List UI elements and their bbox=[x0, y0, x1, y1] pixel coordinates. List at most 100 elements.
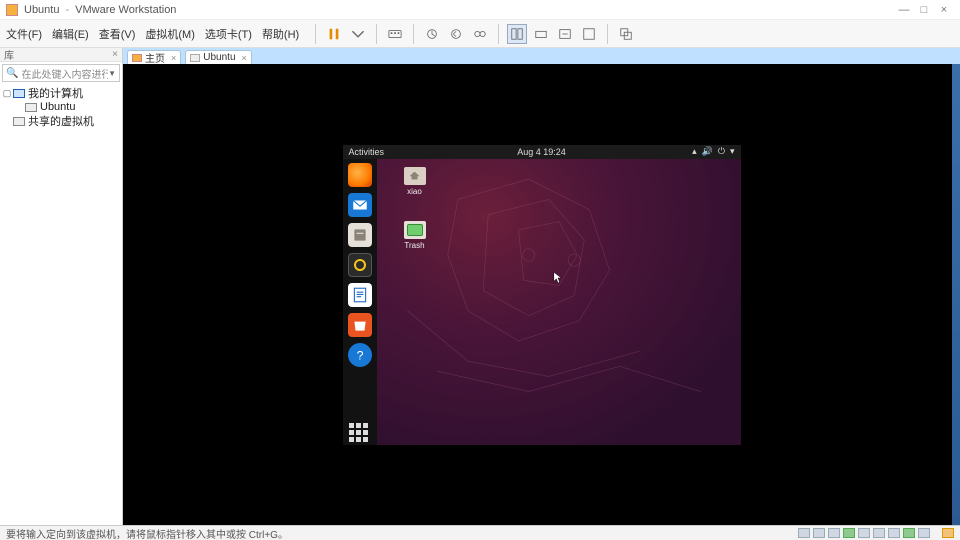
search-placeholder: 在此处键入内容进行搜… bbox=[21, 66, 108, 81]
vm-tab-icon bbox=[190, 54, 200, 62]
tray-display-icon[interactable] bbox=[903, 528, 915, 538]
tree-node-ubuntu-vm[interactable]: Ubuntu bbox=[0, 100, 122, 114]
send-ctrl-alt-del-button[interactable] bbox=[385, 24, 405, 44]
window-minimize-button[interactable]: — bbox=[894, 4, 914, 16]
menubar: 文件(F) 编辑(E) 查看(V) 虚拟机(M) 选项卡(T) 帮助(H) bbox=[0, 20, 960, 48]
wallpaper-art bbox=[377, 159, 741, 452]
window-titlebar: Ubuntu - VMware Workstation — □ × bbox=[0, 0, 960, 20]
toolbar-separator bbox=[376, 24, 377, 44]
tray-messages-icon[interactable] bbox=[942, 528, 954, 538]
window-maximize-button[interactable]: □ bbox=[914, 4, 934, 16]
tree-label: 共享的虚拟机 bbox=[28, 113, 94, 129]
library-sidebar: 库 × 🔍 在此处键入内容进行搜… ▼ ▢ 我的计算机 Ubuntu 共享的虚拟… bbox=[0, 48, 123, 525]
menu-vm[interactable]: 虚拟机(M) bbox=[145, 26, 195, 42]
tab-home[interactable]: 主页 × bbox=[127, 50, 181, 64]
dock-help-icon[interactable]: ? bbox=[348, 343, 372, 367]
tray-printer-icon[interactable] bbox=[888, 528, 900, 538]
tree-node-shared-vms[interactable]: 共享的虚拟机 bbox=[0, 114, 122, 128]
tray-sound-icon[interactable] bbox=[873, 528, 885, 538]
tab-ubuntu[interactable]: Ubuntu × bbox=[185, 50, 252, 64]
volume-icon: 🔊 bbox=[702, 146, 713, 157]
toolbar-separator bbox=[413, 24, 414, 44]
home-folder-icon bbox=[404, 167, 426, 185]
menu-tabs[interactable]: 选项卡(T) bbox=[205, 26, 252, 42]
menu-help[interactable]: 帮助(H) bbox=[262, 26, 299, 42]
dock-firefox-icon[interactable] bbox=[348, 163, 372, 187]
vm-viewport[interactable]: Activities Aug 4 19:24 ▴ 🔊 ⏻ ▾ bbox=[123, 64, 960, 525]
ubuntu-system-menu[interactable]: ▴ 🔊 ⏻ ▾ bbox=[692, 146, 734, 157]
fullscreen-button[interactable] bbox=[579, 24, 599, 44]
status-bar: 要将输入定向到该虚拟机，请将鼠标指针移入其中或按 Ctrl+G。 bbox=[0, 525, 960, 540]
thumbnail-view-button[interactable] bbox=[531, 24, 551, 44]
guest-cursor-icon bbox=[553, 271, 563, 285]
tab-label: Ubuntu bbox=[203, 52, 235, 63]
title-separator: - bbox=[65, 4, 69, 16]
tab-label: 主页 bbox=[145, 50, 165, 65]
revert-snapshot-button[interactable] bbox=[446, 24, 466, 44]
tab-close-icon[interactable]: × bbox=[171, 53, 176, 63]
desktop-icon-label: Trash bbox=[391, 241, 439, 250]
dock-show-applications-icon[interactable] bbox=[349, 423, 371, 445]
search-dropdown-icon[interactable]: ▼ bbox=[108, 69, 116, 78]
snapshot-manager-button[interactable] bbox=[470, 24, 490, 44]
vm-icon bbox=[24, 101, 38, 113]
menu-file[interactable]: 文件(F) bbox=[6, 26, 42, 42]
toolbar-separator bbox=[498, 24, 499, 44]
pause-vm-button[interactable] bbox=[324, 24, 344, 44]
home-icon bbox=[132, 54, 142, 62]
tray-cd-icon[interactable] bbox=[813, 528, 825, 538]
ubuntu-top-bar: Activities Aug 4 19:24 ▴ 🔊 ⏻ ▾ bbox=[343, 145, 741, 159]
menu-view[interactable]: 查看(V) bbox=[99, 26, 136, 42]
search-icon: 🔍 bbox=[6, 68, 18, 79]
tray-hdd-icon[interactable] bbox=[798, 528, 810, 538]
toolbar-separator bbox=[607, 24, 608, 44]
title-vm-name: Ubuntu bbox=[24, 4, 59, 16]
stretch-guest-button[interactable] bbox=[555, 24, 575, 44]
snapshot-button[interactable] bbox=[422, 24, 442, 44]
dock-ubuntu-software-icon[interactable] bbox=[348, 313, 372, 337]
tab-strip: 主页 × Ubuntu × bbox=[123, 48, 960, 64]
tray-network-icon[interactable] bbox=[843, 528, 855, 538]
trash-icon bbox=[404, 221, 426, 239]
tree-label: 我的计算机 bbox=[28, 85, 83, 101]
tree-collapse-icon[interactable]: ▢ bbox=[2, 88, 12, 99]
ubuntu-dock: ? bbox=[343, 159, 377, 445]
vertical-scrollbar[interactable] bbox=[952, 64, 960, 525]
vm-power-dropdown-icon[interactable] bbox=[348, 24, 368, 44]
tray-floppy-icon[interactable] bbox=[828, 528, 840, 538]
tray-camera-icon[interactable] bbox=[918, 528, 930, 538]
ubuntu-activities-button[interactable]: Activities bbox=[349, 147, 385, 157]
library-header: 库 × bbox=[0, 48, 122, 62]
chevron-down-icon: ▾ bbox=[730, 146, 735, 157]
tab-close-icon[interactable]: × bbox=[242, 53, 247, 63]
library-close-icon[interactable]: × bbox=[112, 49, 118, 60]
svg-text:?: ? bbox=[356, 348, 363, 362]
ubuntu-clock[interactable]: Aug 4 19:24 bbox=[343, 147, 741, 157]
power-icon: ⏻ bbox=[718, 146, 725, 157]
desktop-trash[interactable]: Trash bbox=[391, 221, 439, 250]
show-library-button[interactable] bbox=[507, 24, 527, 44]
computer-icon bbox=[12, 87, 26, 99]
dock-rhythmbox-icon[interactable] bbox=[348, 253, 372, 277]
dock-thunderbird-icon[interactable] bbox=[348, 193, 372, 217]
library-tree: ▢ 我的计算机 Ubuntu 共享的虚拟机 bbox=[0, 84, 122, 130]
unity-mode-button[interactable] bbox=[616, 24, 636, 44]
tree-node-my-computer[interactable]: ▢ 我的计算机 bbox=[0, 86, 122, 100]
guest-screen[interactable]: Activities Aug 4 19:24 ▴ 🔊 ⏻ ▾ bbox=[343, 145, 741, 445]
ubuntu-desktop[interactable]: xiao Trash bbox=[377, 159, 741, 445]
tree-label: Ubuntu bbox=[40, 101, 75, 113]
tray-usb-icon[interactable] bbox=[858, 528, 870, 538]
library-search-box[interactable]: 🔍 在此处键入内容进行搜… ▼ bbox=[2, 64, 120, 82]
network-icon: ▴ bbox=[692, 146, 697, 157]
desktop-home-folder[interactable]: xiao bbox=[391, 167, 439, 196]
title-app-name: VMware Workstation bbox=[75, 4, 176, 16]
menu-edit[interactable]: 编辑(E) bbox=[52, 26, 89, 42]
app-icon bbox=[6, 4, 18, 16]
window-close-button[interactable]: × bbox=[934, 4, 954, 16]
toolbar-separator bbox=[315, 24, 316, 44]
shared-vm-icon bbox=[12, 115, 26, 127]
dock-libreoffice-writer-icon[interactable] bbox=[348, 283, 372, 307]
desktop-icon-label: xiao bbox=[391, 187, 439, 196]
dock-files-icon[interactable] bbox=[348, 223, 372, 247]
status-hint-text: 要将输入定向到该虚拟机，请将鼠标指针移入其中或按 Ctrl+G。 bbox=[6, 526, 288, 540]
